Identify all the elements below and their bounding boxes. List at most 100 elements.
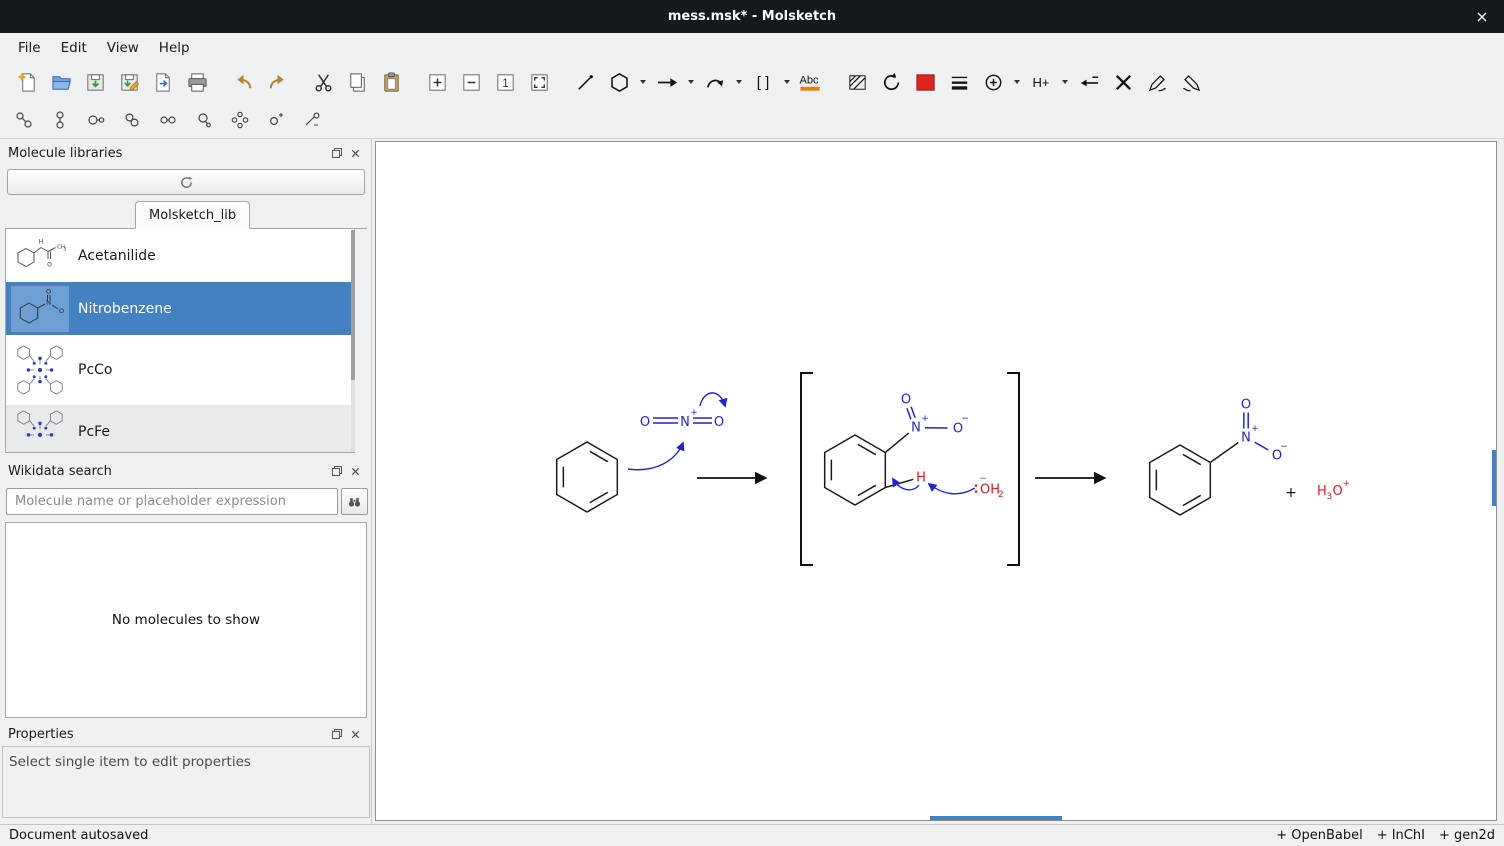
template-button-3[interactable] [80, 106, 112, 134]
benzene-ring[interactable] [825, 435, 886, 505]
benzene-ring[interactable] [1150, 445, 1211, 515]
hydrogen-tool-dropdown[interactable] [1058, 66, 1072, 98]
template-button-2[interactable] [44, 106, 76, 134]
list-item-pcco[interactable]: PcCo [6, 335, 354, 405]
nitronium-ion[interactable]: O N + O [640, 408, 724, 430]
save-button[interactable] [78, 66, 112, 98]
line-width-button[interactable] [942, 66, 976, 98]
menu-edit[interactable]: Edit [51, 36, 97, 60]
drawing-canvas[interactable]: O N + O N [375, 141, 1497, 821]
atom-label-o[interactable]: O [714, 415, 724, 430]
charge-label[interactable]: + [1251, 424, 1259, 434]
bond[interactable] [1210, 443, 1238, 463]
mechanism-arrow[interactable] [893, 479, 919, 490]
charge-label[interactable]: − [1280, 442, 1288, 452]
charge-label[interactable]: + [690, 408, 698, 418]
charge-label[interactable]: − [961, 414, 969, 424]
window-close-button[interactable] [1466, 0, 1498, 33]
wikidata-search-header[interactable]: Wikidata search [0, 459, 372, 483]
arrow-tool-dropdown[interactable] [684, 66, 698, 98]
cut-button[interactable] [306, 66, 340, 98]
properties-header[interactable]: Properties [0, 722, 372, 746]
nitrobenzene-product[interactable]: N + O O − [1150, 398, 1288, 516]
tab-molsketch-lib[interactable]: Molsketch_lib [135, 201, 250, 229]
bracket-tool-dropdown[interactable] [780, 66, 794, 98]
float-panel-button[interactable] [328, 462, 346, 480]
hydronium-ion[interactable]: H 3 O + [1317, 479, 1350, 502]
bond-tool-button[interactable] [568, 66, 602, 98]
bond[interactable] [1255, 442, 1269, 450]
minus-arrow-button[interactable] [1072, 66, 1106, 98]
paste-button[interactable] [374, 66, 408, 98]
new-file-button[interactable] [10, 66, 44, 98]
template-button-5[interactable] [152, 106, 184, 134]
atom-label-h[interactable]: H [1317, 484, 1327, 499]
export-button[interactable] [146, 66, 180, 98]
float-panel-button[interactable] [328, 725, 346, 743]
menu-view[interactable]: View [97, 36, 149, 60]
subscript-label[interactable]: 2 [998, 490, 1004, 500]
redo-button[interactable] [260, 66, 294, 98]
template-button-8[interactable] [260, 106, 292, 134]
refresh-libraries-button[interactable] [7, 169, 365, 195]
hatch-tool-button[interactable] [840, 66, 874, 98]
left-bracket[interactable] [801, 373, 813, 565]
float-panel-button[interactable] [328, 144, 346, 162]
scrollbar-thumb[interactable] [351, 230, 355, 380]
atom-label-o[interactable]: O [1241, 398, 1251, 413]
bond[interactable] [911, 407, 915, 418]
template-button-9[interactable] [296, 106, 328, 134]
molecule-libraries-header[interactable]: Molecule libraries [0, 141, 372, 165]
zoom-original-button[interactable]: 1 [488, 66, 522, 98]
ring-tool-dropdown[interactable] [636, 66, 650, 98]
list-item-pcfe[interactable]: PcFe [6, 405, 354, 453]
charge-tool-dropdown[interactable] [1010, 66, 1024, 98]
water-base[interactable]: − OH 2 [975, 474, 1004, 500]
mechanism-arrow[interactable] [929, 484, 975, 494]
undo-button[interactable] [226, 66, 260, 98]
open-button[interactable] [44, 66, 78, 98]
hydrogen-tool-button[interactable]: H+ [1024, 66, 1058, 98]
charge-label[interactable]: + [921, 414, 929, 424]
atom-label-oh[interactable]: OH [980, 483, 1000, 498]
delete-button[interactable] [1106, 66, 1140, 98]
list-item-nitrobenzene[interactable]: NOO Nitrobenzene [6, 282, 354, 335]
wikidata-search-input[interactable] [6, 488, 338, 515]
mechanism-arrow-dropdown[interactable] [732, 66, 746, 98]
horizontal-scrollbar-thumb[interactable] [930, 816, 1062, 820]
reaction-scene[interactable]: O N + O N [376, 142, 1496, 820]
save-as-button[interactable] [112, 66, 146, 98]
vertical-scrollbar-thumb[interactable] [1492, 450, 1496, 506]
close-panel-button[interactable] [346, 144, 364, 162]
zoom-in-button[interactable] [420, 66, 454, 98]
template-button-1[interactable] [8, 106, 40, 134]
draw-mechanism-button[interactable] [1140, 66, 1174, 98]
color-swatch-button[interactable] [908, 66, 942, 98]
menu-file[interactable]: File [8, 36, 51, 60]
mechanism-arrow-tool-button[interactable] [698, 66, 732, 98]
reactant-benzene[interactable] [557, 442, 618, 512]
zoom-out-button[interactable] [454, 66, 488, 98]
atom-label-n[interactable]: N [911, 421, 921, 436]
template-button-6[interactable] [188, 106, 220, 134]
wikidata-search-button[interactable] [341, 488, 368, 515]
close-panel-button[interactable] [346, 462, 364, 480]
right-bracket[interactable] [1007, 373, 1019, 565]
close-panel-button[interactable] [346, 725, 364, 743]
bond[interactable] [885, 433, 908, 452]
atom-label-h[interactable]: H [916, 471, 926, 486]
rotate-tool-button[interactable] [874, 66, 908, 98]
atom-label-o[interactable]: O [1333, 484, 1343, 499]
charge-tool-button[interactable] [976, 66, 1010, 98]
bond[interactable] [907, 408, 911, 419]
atom-label-o[interactable]: O [901, 393, 911, 408]
arrow-tool-button[interactable] [650, 66, 684, 98]
mechanism-arrow[interactable] [628, 443, 683, 470]
copy-button[interactable] [340, 66, 374, 98]
ring-tool-button[interactable] [602, 66, 636, 98]
plus-sign[interactable]: + [1285, 485, 1297, 501]
benzene-ring[interactable] [557, 442, 618, 512]
atom-label-n[interactable]: N [1241, 431, 1251, 446]
print-button[interactable] [180, 66, 214, 98]
zoom-fit-button[interactable] [522, 66, 556, 98]
